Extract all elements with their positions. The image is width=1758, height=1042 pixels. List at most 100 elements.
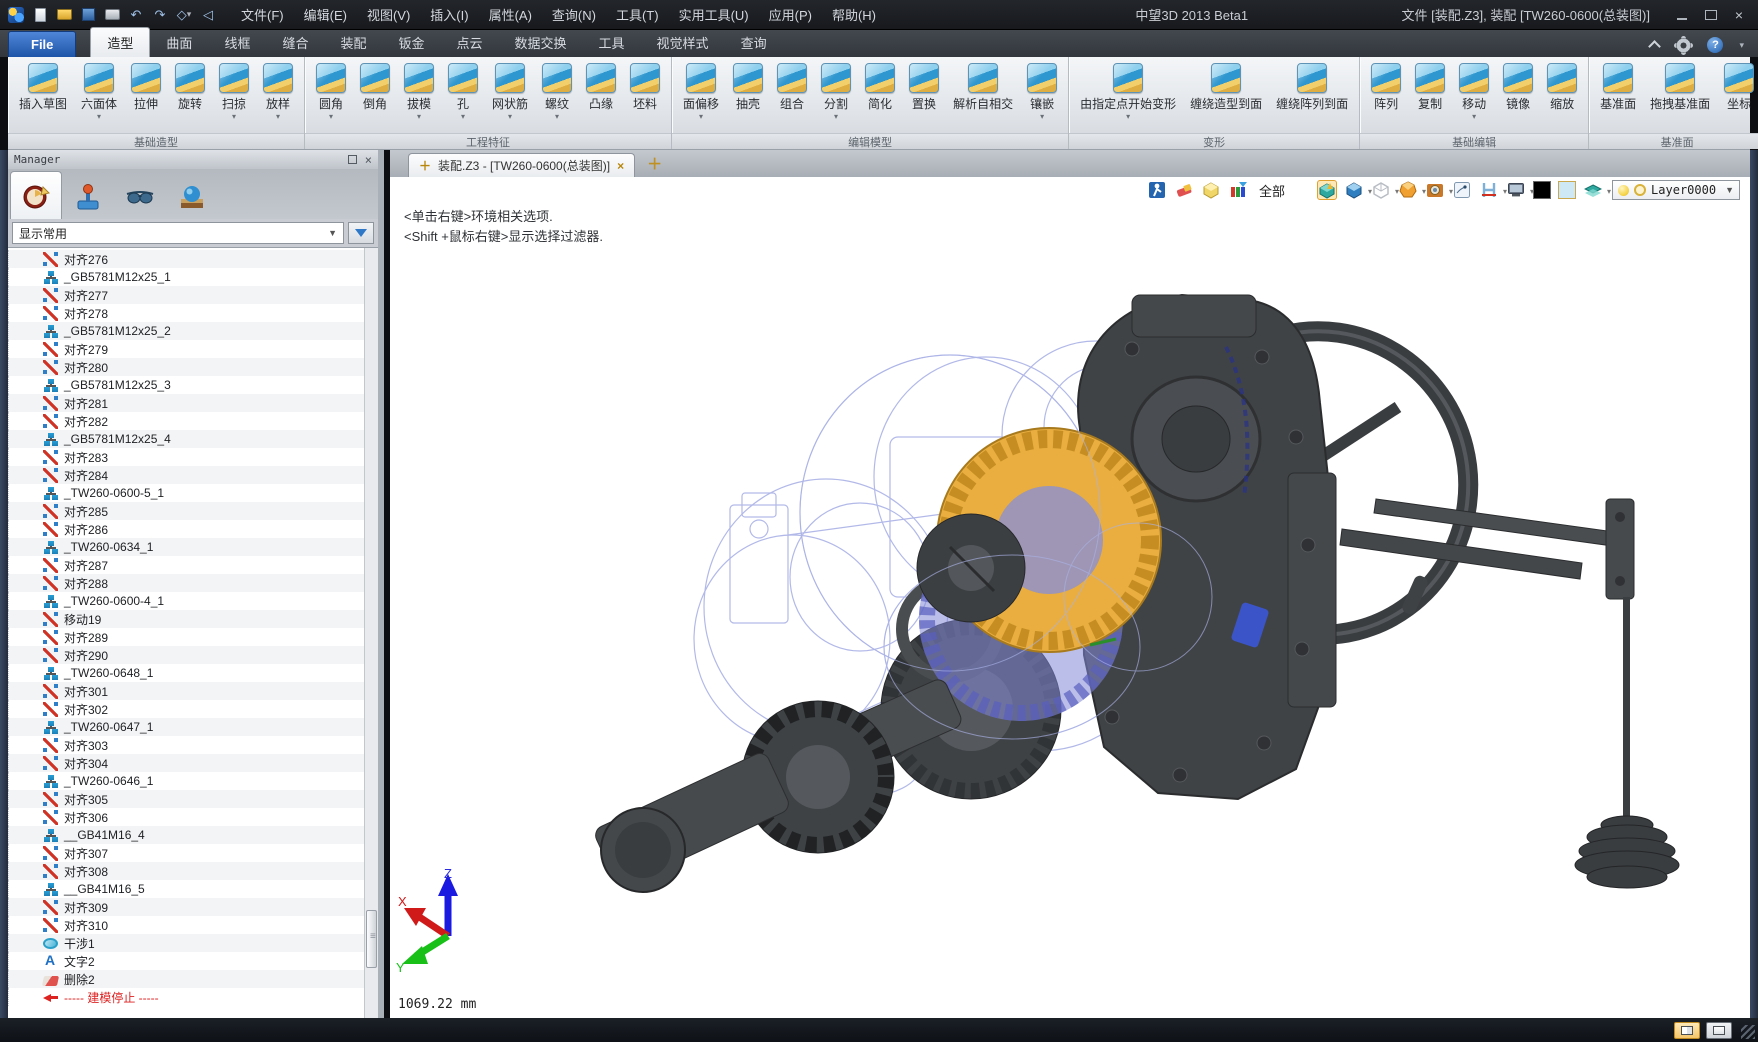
tree-item[interactable]: 对齐280 <box>8 358 364 376</box>
open-file-icon[interactable] <box>54 5 74 25</box>
tree-item[interactable]: _TW260-0646_1 <box>8 772 364 790</box>
tree-item[interactable]: 对齐290 <box>8 646 364 664</box>
window-layout-button-single[interactable] <box>1674 1022 1700 1039</box>
menu-item[interactable]: 工具(T) <box>607 1 668 28</box>
tree-item[interactable]: 对齐307 <box>8 844 364 862</box>
ribbon-button[interactable]: 缠绕造型到面 ▾ <box>1183 61 1269 124</box>
tree-item[interactable]: 对齐282 <box>8 412 364 430</box>
tree-item[interactable]: _TW260-0600-5_1 <box>8 484 364 502</box>
document-tab[interactable]: ＋ 装配.Z3 - [TW260-0600(总装图)] × <box>408 153 635 177</box>
tree-item[interactable]: 对齐284 <box>8 466 364 484</box>
tree-item[interactable]: 对齐286 <box>8 520 364 538</box>
tab-history[interactable] <box>10 171 62 219</box>
tree-item[interactable]: 对齐302 <box>8 700 364 718</box>
tree-item[interactable]: 对齐283 <box>8 448 364 466</box>
tree-item[interactable]: 对齐276 <box>8 250 364 268</box>
minimize-button[interactable] <box>1676 9 1690 21</box>
tree-item[interactable]: _TW260-0647_1 <box>8 718 364 736</box>
maximize-button[interactable] <box>1704 9 1718 21</box>
ribbon-tab[interactable]: 缝合 <box>266 28 324 57</box>
section-view-icon[interactable]: ▾ <box>1479 180 1499 200</box>
collapse-ribbon-icon[interactable] <box>1648 41 1660 49</box>
ribbon-button[interactable]: 凸缘 ▾ <box>579 61 623 124</box>
new-file-icon[interactable] <box>30 5 50 25</box>
menu-item[interactable]: 插入(I) <box>421 1 477 28</box>
tab-visibility[interactable] <box>114 175 166 219</box>
tree-item[interactable]: _TW260-0648_1 <box>8 664 364 682</box>
tree-item[interactable]: 干涉1 <box>8 934 364 952</box>
ribbon-button[interactable]: 圆角 ▾ <box>309 61 353 124</box>
ribbon-button[interactable]: 六面体 ▾ <box>74 61 124 124</box>
menu-item[interactable]: 编辑(E) <box>295 1 356 28</box>
ribbon-button[interactable]: 移动 ▾ <box>1452 61 1496 124</box>
viewport[interactable]: 全部 ▾ ▾ ▾ ▾ <box>390 177 1750 1018</box>
background-color-swatch[interactable] <box>1533 181 1551 199</box>
window-layout-button-tiled[interactable] <box>1706 1022 1732 1039</box>
ribbon-button[interactable]: 旋转 ▾ <box>168 61 212 124</box>
tree-item[interactable]: _GB5781M12x25_3 <box>8 376 364 394</box>
tree-item[interactable]: 对齐310 <box>8 916 364 934</box>
print-icon[interactable] <box>102 5 122 25</box>
zoom-window-icon[interactable] <box>1452 180 1472 200</box>
back-icon[interactable]: ◁ <box>198 5 218 25</box>
ribbon-button[interactable]: 拉伸 ▾ <box>124 61 168 124</box>
ribbon-button[interactable]: 面偏移 ▾ <box>676 61 726 124</box>
resize-grip[interactable] <box>1741 1025 1755 1039</box>
ribbon-button[interactable]: 阵列 ▾ <box>1364 61 1408 124</box>
ribbon-button[interactable]: 简化 ▾ <box>858 61 902 124</box>
ribbon-tab[interactable]: 造型 <box>90 27 150 57</box>
ribbon-button[interactable]: 抽壳 ▾ <box>726 61 770 124</box>
undo-icon[interactable]: ↶ <box>126 5 146 25</box>
ribbon-button[interactable]: 缩放 ▾ <box>1540 61 1584 124</box>
tree-scrollbar[interactable] <box>364 248 378 1018</box>
ribbon-button[interactable]: 基准面 ▾ <box>1593 61 1643 124</box>
filter-all-select[interactable]: 全部 <box>1259 181 1285 200</box>
tree-item[interactable]: _GB5781M12x25_2 <box>8 322 364 340</box>
tree-item[interactable]: 对齐306 <box>8 808 364 826</box>
tree-item[interactable]: 对齐301 <box>8 682 364 700</box>
ribbon-tab[interactable]: 曲面 <box>150 28 208 57</box>
layer-visibility-bulb-icon[interactable] <box>1618 185 1629 196</box>
ribbon-button[interactable]: 由指定点开始变形 ▾ <box>1073 61 1183 124</box>
multi-view-icon[interactable]: ▾ <box>1398 180 1418 200</box>
tree-item[interactable]: __GB41M16_4 <box>8 826 364 844</box>
wireframe-view-icon[interactable]: ▾ <box>1371 180 1391 200</box>
tab-assembly[interactable] <box>62 175 114 219</box>
ribbon-tab[interactable]: File <box>8 31 76 57</box>
layer-sheet-icon[interactable]: ▾ <box>1583 180 1603 200</box>
ribbon-button[interactable]: 插入草图 ▾ <box>12 61 74 124</box>
tree-item[interactable]: _GB5781M12x25_1 <box>8 268 364 286</box>
ribbon-button[interactable]: 坐标 ▾ <box>1717 61 1758 124</box>
tree-item[interactable]: 对齐288 <box>8 574 364 592</box>
tree-item[interactable]: 对齐279 <box>8 340 364 358</box>
ribbon-button[interactable]: 放样 ▾ <box>256 61 300 124</box>
ribbon-tab[interactable]: 工具 <box>583 28 641 57</box>
float-panel-icon[interactable] <box>348 155 357 164</box>
tree-item[interactable]: 对齐285 <box>8 502 364 520</box>
add-tab-button[interactable]: ＋ <box>647 153 662 174</box>
help-dropdown-icon[interactable]: ▾ <box>1739 40 1744 51</box>
tab-close-icon[interactable]: × <box>617 159 624 173</box>
menu-item[interactable]: 查询(N) <box>543 1 605 28</box>
tree-item[interactable]: 文字2 <box>8 952 364 970</box>
tree-item[interactable]: 对齐277 <box>8 286 364 304</box>
tree-item[interactable]: 对齐281 <box>8 394 364 412</box>
menu-item[interactable]: 文件(F) <box>232 1 293 28</box>
render-mode-icon[interactable] <box>1317 180 1337 200</box>
ribbon-button[interactable]: 扫掠 ▾ <box>212 61 256 124</box>
blank-part-icon[interactable] <box>1201 180 1221 200</box>
ribbon-button[interactable]: 镶嵌 ▾ <box>1020 61 1064 124</box>
ribbon-button[interactable]: 倒角 ▾ <box>353 61 397 124</box>
ribbon-button[interactable]: 分割 ▾ <box>814 61 858 124</box>
tree-item[interactable]: 对齐305 <box>8 790 364 808</box>
exit-environment-icon[interactable] <box>1147 180 1167 200</box>
ribbon-tab[interactable]: 数据交换 <box>499 28 583 57</box>
image-capture-icon[interactable]: ▾ <box>1425 180 1445 200</box>
ribbon-button[interactable]: 坯料 ▾ <box>623 61 667 124</box>
ribbon-tab[interactable]: 装配 <box>324 28 382 57</box>
save-icon[interactable] <box>78 5 98 25</box>
tree-item[interactable]: 删除2 <box>8 970 364 988</box>
selection-mode-icon[interactable]: ◇▾ <box>174 5 194 25</box>
help-icon[interactable]: ? <box>1707 37 1723 53</box>
view-orientation-icon[interactable]: ▾ <box>1344 180 1364 200</box>
